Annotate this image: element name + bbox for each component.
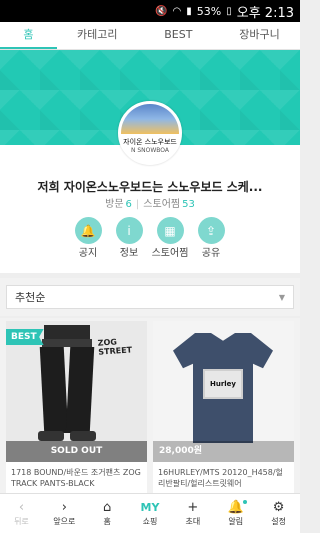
nav-back-label: 뒤로 xyxy=(14,517,29,526)
battery-level: 53% xyxy=(196,4,222,18)
nav-back[interactable]: ‹ 뒤로 xyxy=(0,494,43,533)
info-label: 정보 xyxy=(119,248,139,259)
nav-shopping-label: 쇼핑 xyxy=(142,517,158,526)
brand-mark: Hurley xyxy=(203,369,243,399)
storm-label: 스토어찜 xyxy=(143,199,181,210)
nav-my-shopping[interactable]: MY 쇼핑 xyxy=(129,494,172,533)
brand-mark: ZOG STREET xyxy=(97,337,133,357)
signal-icon: ▮ xyxy=(186,5,192,17)
store-title: 저희 자이온스노우보드는 스노우보드 스케... xyxy=(37,180,263,194)
nav-settings-label: 설정 xyxy=(271,517,286,526)
gear-icon: ⚙ xyxy=(272,500,285,515)
count-divider: | xyxy=(135,199,140,210)
info-icon: i xyxy=(115,217,143,244)
logo-sub: N SNOWBOA xyxy=(130,147,170,154)
info-button[interactable]: i 정보 xyxy=(115,217,143,259)
nav-home[interactable]: ⌂ 홈 xyxy=(86,494,129,533)
tab-category[interactable]: 카테고리 xyxy=(57,22,138,49)
product-grid: ZOG STREET BEST SOLD OUT 1718 BOUND/바운드 … xyxy=(0,318,300,493)
nav-invite[interactable]: + 초대 xyxy=(171,494,214,533)
top-tabs: 홈 카테고리 BEST 장바구니 xyxy=(0,22,300,50)
home-icon: ⌂ xyxy=(103,500,112,515)
notification-icon: 🔔 xyxy=(227,500,248,515)
share-button[interactable]: ⇪ 공유 xyxy=(197,217,225,259)
store-favorite-label: 스토어찜 xyxy=(151,248,189,259)
product-title[interactable]: 1718 BOUND/바운드 조거팬츠 ZOG TRACK PANTS-BLAC… xyxy=(11,467,143,489)
sort-select[interactable]: 추천순 ▼ xyxy=(6,285,294,309)
notice-button[interactable]: 🔔 공지 xyxy=(74,217,102,259)
price-overlay: 28,000원 xyxy=(153,441,294,462)
store-favorite-icon: ▦ xyxy=(156,217,184,244)
caret-down-icon: ▼ xyxy=(278,292,285,302)
nav-settings[interactable]: ⚙ 설정 xyxy=(257,494,300,533)
storm-count: 53 xyxy=(182,199,195,210)
nav-invite-label: 초대 xyxy=(185,517,201,526)
bell-icon: 🔔 xyxy=(74,217,102,244)
store-logo[interactable]: 자이온 스노우보드 N SNOWBOA xyxy=(118,101,182,165)
battery-icon: ▯ xyxy=(226,5,232,17)
tab-best[interactable]: BEST xyxy=(138,22,219,49)
tab-cart[interactable]: 장바구니 xyxy=(219,22,300,49)
share-label: 공유 xyxy=(201,248,221,259)
sort-selected-value: 추천순 xyxy=(15,291,46,304)
shoe-left xyxy=(38,431,64,441)
visits-label: 방문 xyxy=(105,199,124,210)
bottom-nav: ‹ 뒤로 › 앞으로 ⌂ 홈 MY 쇼핑 + 초대 🔔 알림 ⚙ 설정 xyxy=(0,493,300,533)
wifi-icon: ◠ xyxy=(172,5,182,17)
sort-bar: 추천순 ▼ xyxy=(0,278,300,316)
store-favorite-button[interactable]: ▦ 스토어찜 xyxy=(152,217,188,259)
pants-left-leg xyxy=(39,347,69,433)
back-icon: ‹ xyxy=(18,500,25,515)
forward-icon: › xyxy=(61,500,67,515)
sold-out-overlay: SOLD OUT xyxy=(6,441,147,462)
logo-name: 자이온 스노우보드 xyxy=(123,138,177,146)
product-card[interactable]: Hurley 28,000원 16HURLEY/MTS 20120_H458/헐… xyxy=(153,321,294,493)
shoe-right xyxy=(70,431,96,441)
store-profile: 자이온 스노우보드 N SNOWBOA 저희 자이온스노우보드는 스노우보드 스… xyxy=(0,101,300,273)
store-counts: 방문 6 | 스토어찜 53 xyxy=(0,195,300,210)
visits-count: 6 xyxy=(125,199,132,210)
nav-notifications-label: 알림 xyxy=(228,517,244,526)
pants-right-leg xyxy=(65,347,95,433)
clock: 오후 2:13 xyxy=(236,5,294,21)
mute-icon: 🔇 xyxy=(155,5,168,17)
product-title[interactable]: 16HURLEY/MTS 20120_H458/헐리반팔티/헐리스트릿웨어 xyxy=(158,467,290,489)
share-icon: ⇪ xyxy=(197,217,225,244)
nav-notifications[interactable]: 🔔 알림 xyxy=(214,494,257,533)
tab-home[interactable]: 홈 xyxy=(0,22,57,49)
pants-drawing xyxy=(44,325,90,339)
logo-image xyxy=(121,104,179,134)
store-actions: 🔔 공지 i 정보 ▦ 스토어찜 ⇪ 공유 xyxy=(74,217,225,259)
pants-waist xyxy=(42,339,92,347)
nav-home-label: 홈 xyxy=(103,517,111,526)
best-badge: BEST xyxy=(6,329,44,345)
status-bar: 🔇 ◠ ▮ 53% ▯ 오후 2:13 xyxy=(0,0,300,22)
notice-label: 공지 xyxy=(78,248,98,259)
nav-forward-label: 앞으로 xyxy=(53,517,76,526)
invite-icon: + xyxy=(187,500,199,515)
product-card[interactable]: ZOG STREET BEST SOLD OUT 1718 BOUND/바운드 … xyxy=(6,321,147,493)
nav-forward[interactable]: › 앞으로 xyxy=(43,494,86,533)
my-shopping-icon: MY xyxy=(140,501,160,514)
